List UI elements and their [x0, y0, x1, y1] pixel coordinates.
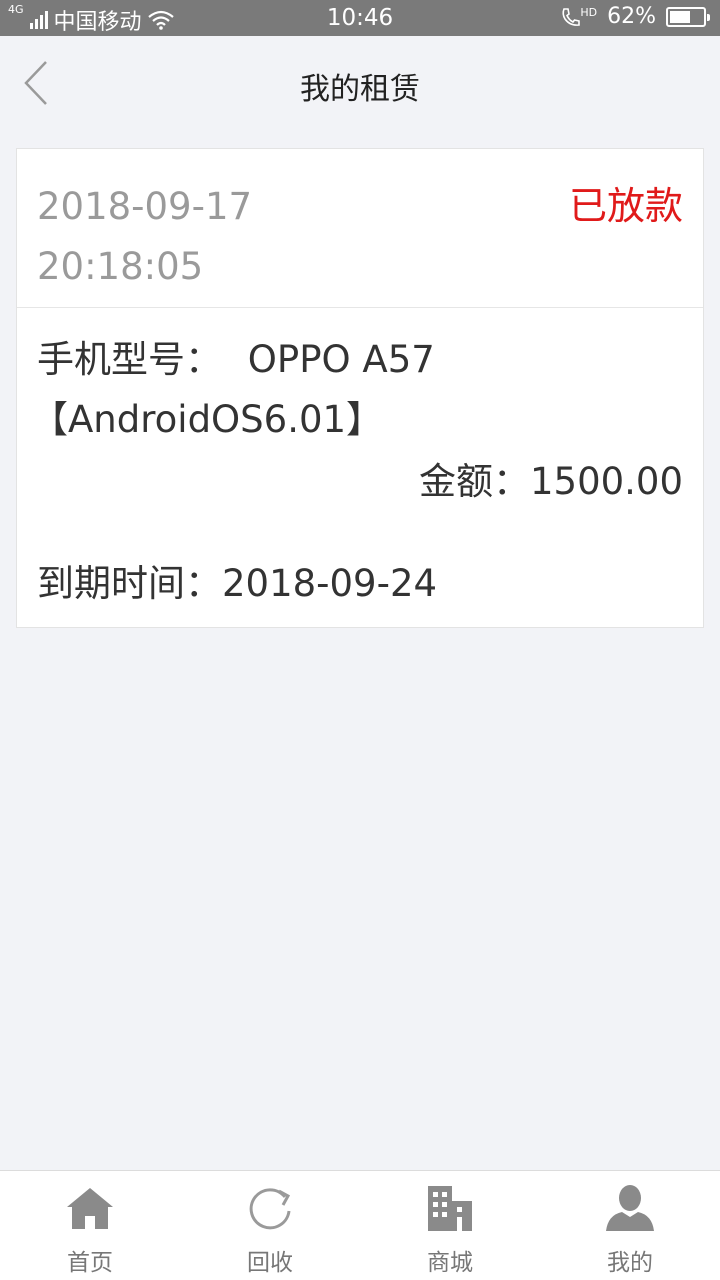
nav-item-recycle[interactable]: 回收	[180, 1171, 360, 1280]
page-title: 我的租赁	[300, 72, 420, 107]
nav-label-home: 首页	[67, 1250, 113, 1276]
status-bar: 4G 中国移动 10:46 HD 62%	[0, 0, 720, 36]
lease-order-card[interactable]: 2018-09-17 20:18:05 已放款 手机型号： OPPO A57 【…	[16, 148, 704, 628]
model-value: OPPO A57	[247, 338, 435, 381]
user-icon	[603, 1181, 657, 1235]
os-value: 【AndroidOS6.01】	[31, 398, 384, 441]
home-icon	[63, 1181, 117, 1235]
battery-percent: 62%	[607, 4, 656, 29]
nav-label-recycle: 回收	[247, 1250, 293, 1276]
amount-row: 金额：1500.00	[37, 452, 683, 512]
nav-label-mall: 商城	[427, 1250, 473, 1276]
building-icon	[423, 1181, 477, 1235]
status-right: HD 62%	[560, 4, 710, 29]
expiry-label: 到期时间：	[37, 562, 222, 605]
nav-item-mall[interactable]: 商城	[360, 1171, 540, 1280]
card-body: 手机型号： OPPO A57 【AndroidOS6.01】 金额：1500.0…	[17, 308, 703, 614]
hd-label: HD	[580, 5, 598, 19]
order-datetime: 2018-09-17 20:18:05	[37, 177, 252, 297]
expiry-row: 到期时间：2018-09-24	[37, 554, 683, 614]
nav-item-mine[interactable]: 我的	[540, 1171, 720, 1280]
battery-icon	[666, 6, 710, 27]
amount-value: 1500.00	[529, 460, 683, 503]
phone-model-row: 手机型号： OPPO A57	[37, 330, 683, 390]
amount-label: 金额：	[418, 460, 530, 503]
nav-label-mine: 我的	[607, 1250, 653, 1276]
order-status: 已放款	[568, 184, 683, 228]
model-label: 手机型号：	[37, 338, 222, 381]
battery-fill	[670, 10, 690, 23]
bottom-nav: 首页 回收 商城 我的	[0, 1170, 720, 1280]
refresh-icon	[243, 1181, 297, 1235]
card-header: 2018-09-17 20:18:05 已放款	[17, 149, 703, 308]
page-header: 我的租赁	[0, 36, 720, 132]
order-time: 20:18:05	[37, 245, 204, 288]
nav-item-home[interactable]: 首页	[0, 1171, 180, 1280]
hd-call-icon: HD	[560, 6, 597, 28]
order-date: 2018-09-17	[37, 185, 253, 228]
expiry-value: 2018-09-24	[222, 562, 438, 605]
